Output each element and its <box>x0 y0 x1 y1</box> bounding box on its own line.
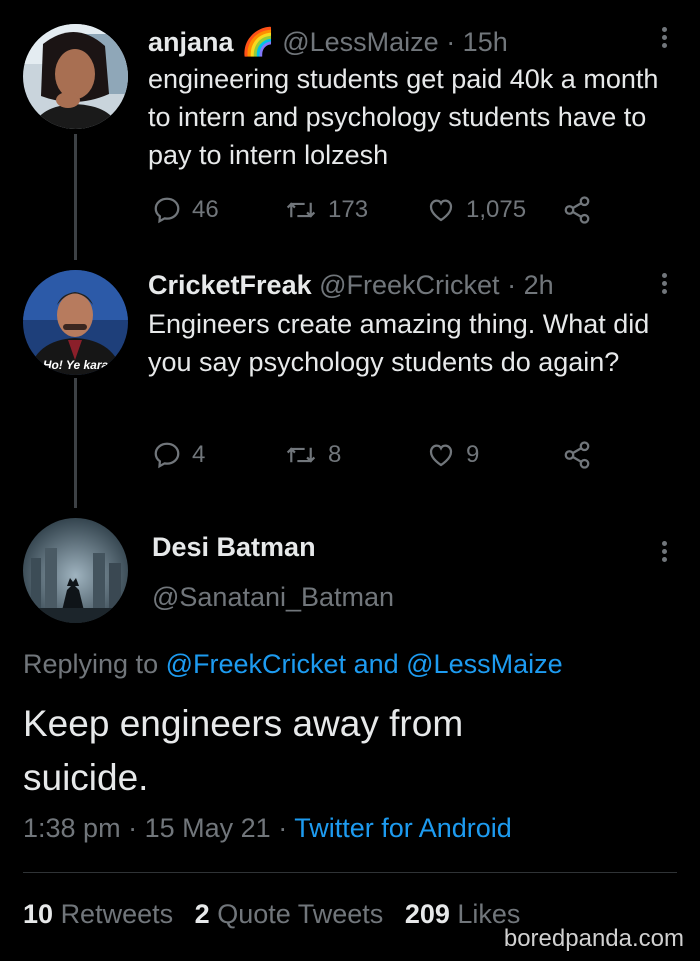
avatar-cricketfreak[interactable]: Ho! Ye kara <box>23 270 128 375</box>
quotes-stat[interactable]: 2 Quote Tweets <box>195 899 391 929</box>
retweet-count: 8 <box>328 441 342 468</box>
replying-to-label: Replying to <box>23 649 159 679</box>
share-button[interactable] <box>562 440 592 470</box>
like-button[interactable]: 1,075 <box>426 195 526 225</box>
display-name[interactable]: anjana <box>148 27 234 57</box>
thread-connector-line <box>74 134 77 260</box>
share-icon <box>564 441 590 469</box>
tweet-meta: 1:38 pm · 15 May 21 · Twitter for Androi… <box>23 813 512 844</box>
more-options-icon[interactable] <box>662 538 670 565</box>
reply-button[interactable]: 4 <box>152 440 205 470</box>
retweet-icon <box>286 447 316 463</box>
heart-icon <box>429 199 453 222</box>
quotes-count: 2 <box>194 899 210 929</box>
like-button[interactable]: 9 <box>426 440 479 470</box>
user-handle[interactable]: @Sanatani_Batman <box>152 582 394 613</box>
tweet-actions: 4 8 9 <box>148 440 608 474</box>
avatar-desi-batman[interactable] <box>23 518 128 623</box>
retweet-count: 173 <box>328 196 369 223</box>
tweet-actions: 46 173 1,075 <box>148 195 608 229</box>
more-options-icon[interactable] <box>662 270 670 297</box>
display-name[interactable]: Desi Batman <box>152 532 316 563</box>
display-name[interactable]: CricketFreak <box>148 270 312 300</box>
tweet-time[interactable]: · 15h <box>446 27 508 57</box>
replying-to: Replying to @FreekCricket and @LessMaize <box>23 649 563 680</box>
likes-count: 209 <box>404 899 450 929</box>
reply-icon <box>154 197 180 224</box>
tweet-time[interactable]: 1:38 pm <box>23 813 121 843</box>
client-link[interactable]: Twitter for Android <box>294 813 512 843</box>
user-handle[interactable]: @LessMaize <box>282 27 438 57</box>
tweet-text: Keep engineers away from suicide. <box>23 703 464 798</box>
engagement-stats: 10 Retweets 2 Quote Tweets 209 Likes <box>23 899 520 930</box>
reply-count: 46 <box>192 196 219 223</box>
retweet-button[interactable]: 8 <box>284 440 341 470</box>
share-button[interactable] <box>562 195 592 225</box>
tweet-date[interactable]: 15 May 21 <box>145 813 271 843</box>
avatar-caption: Ho! Ye kara <box>42 358 109 372</box>
rainbow-emoji: 🌈 <box>241 27 275 57</box>
retweet-button[interactable]: 173 <box>284 195 368 225</box>
meta-separator: · <box>278 813 288 843</box>
retweets-label: Retweets <box>60 899 174 929</box>
share-icon <box>564 196 590 224</box>
reply-and-text[interactable]: and <box>354 649 399 679</box>
like-count: 9 <box>466 441 480 468</box>
tweet-header: CricketFreak @FreekCricket · 2h <box>148 270 554 301</box>
tweet-text: engineering students get paid 40k a mont… <box>148 64 659 170</box>
tweet-time[interactable]: · 2h <box>507 270 554 300</box>
retweets-count: 10 <box>23 899 54 929</box>
watermark: boredpanda.com <box>503 925 684 952</box>
divider <box>23 872 677 873</box>
avatar-anjana[interactable] <box>23 24 128 129</box>
reply-mention-link[interactable]: @LessMaize <box>406 649 562 679</box>
like-count: 1,075 <box>466 196 527 223</box>
more-options-icon[interactable] <box>662 24 670 51</box>
heart-icon <box>429 444 453 467</box>
user-handle[interactable]: @FreekCricket <box>319 270 499 300</box>
reply-button[interactable]: 46 <box>152 195 219 225</box>
quotes-label: Quote Tweets <box>217 899 384 929</box>
retweet-icon <box>286 202 316 218</box>
reply-icon <box>154 442 180 469</box>
tweet-text: Engineers create amazing thing. What did… <box>148 309 650 377</box>
reply-count: 4 <box>192 441 206 468</box>
reply-mention-link[interactable]: @FreekCricket <box>166 649 346 679</box>
tweet-header: anjana 🌈 @LessMaize · 15h <box>148 26 508 58</box>
thread-connector-line <box>74 378 77 508</box>
meta-separator: · <box>128 813 138 843</box>
retweets-stat[interactable]: 10 Retweets <box>23 899 181 929</box>
